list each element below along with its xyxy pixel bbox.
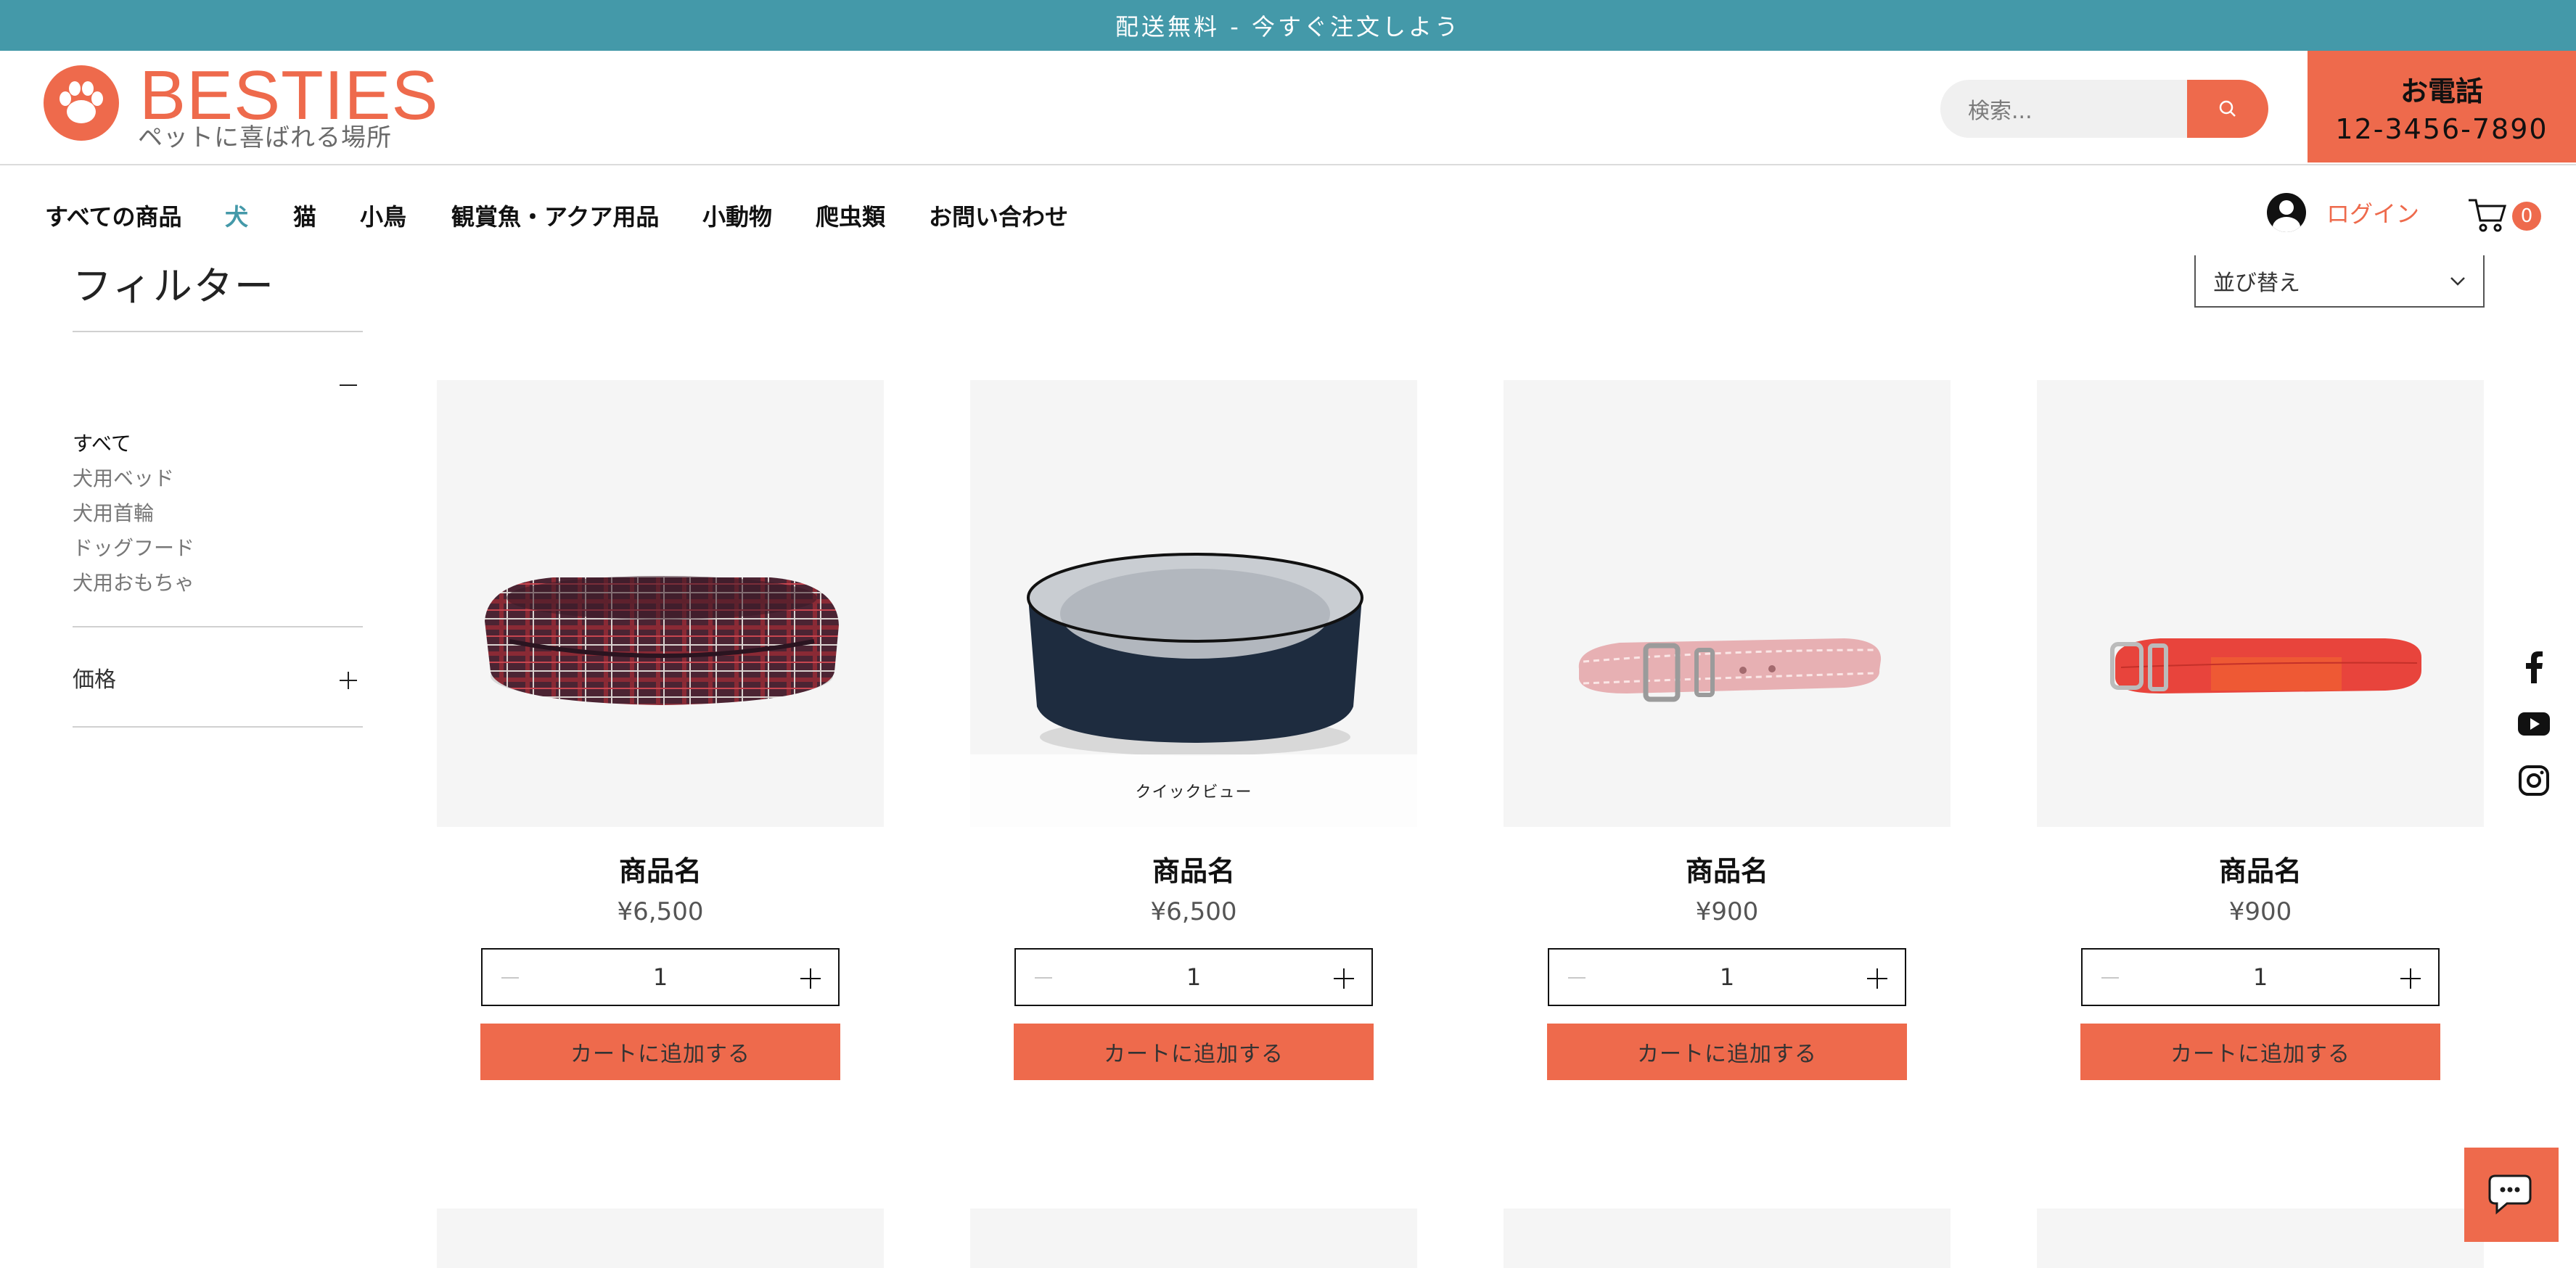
nav-item-bird[interactable]: 小鳥 (360, 199, 406, 232)
product-price: ¥6,500 (1150, 897, 1237, 926)
paw-logo-icon[interactable] (44, 65, 119, 141)
product-image[interactable] (437, 380, 884, 827)
category-dog-beds[interactable]: 犬用ベッド (73, 461, 194, 496)
divider (73, 626, 363, 627)
expand-icon[interactable] (340, 672, 357, 689)
login-label: ログイン (2326, 200, 2420, 228)
search-bar: 検索... (1940, 80, 2268, 138)
phone-number[interactable]: 12-3456-7890 (2335, 113, 2548, 145)
banner-text: 配送無料 - 今すぐ注文しよう (1115, 13, 1461, 41)
quantity-value[interactable]: 1 (2253, 963, 2268, 991)
search-input[interactable]: 検索... (1940, 80, 2187, 138)
add-to-cart-button[interactable]: カートに追加する (1547, 1024, 1907, 1080)
collapse-icon[interactable] (340, 384, 357, 386)
nav-item-reptiles[interactable]: 爬虫類 (816, 199, 885, 232)
quantity-stepper[interactable]: 1 (1014, 948, 1373, 1006)
minus-icon[interactable] (2101, 977, 2119, 979)
product-card[interactable]: 商品名 ¥900 1 カートに追加する (2037, 380, 2484, 1080)
category-list: すべて 犬用ベッド 犬用首輪 ドッグフード 犬用おもちゃ (73, 427, 194, 601)
facebook-icon[interactable] (2518, 651, 2550, 683)
pink-leather-collar-image (1578, 638, 1882, 702)
shipping-banner: 配送無料 - 今すぐ注文しよう (0, 0, 2576, 51)
quantity-value[interactable]: 1 (653, 963, 668, 991)
nav-item-all-products[interactable]: すべての商品 (45, 199, 181, 232)
product-card[interactable]: 商品名 ¥6,500 1 カートに追加する (437, 380, 884, 1080)
plus-icon[interactable] (800, 968, 821, 989)
category-all[interactable]: すべて (73, 427, 194, 461)
youtube-icon[interactable] (2518, 708, 2550, 740)
divider (73, 726, 363, 728)
product-image-placeholder[interactable] (1504, 1209, 1951, 1268)
minus-icon[interactable] (1568, 977, 1586, 979)
product-name[interactable]: 商品名 (437, 849, 884, 889)
minus-icon[interactable] (1035, 977, 1052, 979)
instagram-icon[interactable] (2518, 765, 2550, 796)
search-icon (2219, 100, 2236, 117)
quantity-value[interactable]: 1 (1720, 963, 1734, 991)
nav-item-aquarium[interactable]: 観賞魚・アクア用品 (451, 199, 659, 232)
sort-dropdown[interactable]: 並び替え (2194, 255, 2485, 308)
divider (73, 331, 363, 332)
cart-icon (2469, 199, 2507, 232)
quantity-value[interactable]: 1 (1186, 963, 1201, 991)
chat-button[interactable] (2464, 1148, 2559, 1242)
quantity-stepper[interactable]: 1 (1548, 948, 1906, 1006)
minus-icon[interactable] (501, 977, 519, 979)
product-image-placeholder[interactable] (2037, 1209, 2484, 1268)
plus-icon[interactable] (1867, 968, 1887, 989)
add-to-cart-button[interactable]: カートに追加する (480, 1024, 840, 1080)
filter-title: フィルター (73, 263, 275, 309)
phone-label: お電話 (2400, 75, 2483, 107)
quantity-stepper[interactable]: 1 (2081, 948, 2440, 1006)
product-card[interactable]: クイックビュー 商品名 ¥6,500 1 カートに追加する (970, 380, 1417, 1080)
red-collar-image (2110, 638, 2421, 693)
product-price: ¥6,500 (617, 897, 704, 926)
chevron-down-icon (2450, 277, 2465, 286)
product-price: ¥900 (1695, 897, 1759, 926)
product-image-placeholder[interactable] (437, 1209, 884, 1268)
product-name[interactable]: 商品名 (970, 849, 1417, 889)
category-dog-collars[interactable]: 犬用首輪 (73, 496, 194, 531)
product-price: ¥900 (2228, 897, 2292, 926)
nav-item-cat[interactable]: 猫 (293, 199, 316, 232)
product-name[interactable]: 商品名 (2037, 849, 2484, 889)
category-dog-toys[interactable]: 犬用おもちゃ (73, 566, 194, 601)
quick-view-button[interactable]: クイックビュー (970, 754, 1417, 827)
user-avatar-icon (2267, 193, 2306, 232)
add-to-cart-button[interactable]: カートに追加する (1014, 1024, 1374, 1080)
brand-tagline: ペットに喜ばれる場所 (138, 123, 392, 152)
product-image[interactable]: クイックビュー (970, 380, 1417, 827)
nav-item-contact[interactable]: お問い合わせ (929, 199, 1068, 232)
plaid-dog-bed-image (485, 576, 839, 705)
product-image-placeholder[interactable] (970, 1209, 1417, 1268)
sort-label: 並び替え (2213, 271, 2300, 296)
nav-item-dog[interactable]: 犬 (225, 199, 248, 232)
nav-item-small-animals[interactable]: 小動物 (702, 199, 772, 232)
phone-contact: お電話 12-3456-7890 (2308, 51, 2576, 162)
cart-count-badge: 0 (2512, 202, 2541, 231)
quantity-stepper[interactable]: 1 (481, 948, 840, 1006)
product-card[interactable]: 商品名 ¥900 1 カートに追加する (1504, 380, 1951, 1080)
plus-icon[interactable] (1334, 968, 1354, 989)
add-to-cart-button[interactable]: カートに追加する (2080, 1024, 2440, 1080)
cart-button[interactable]: 0 (2467, 196, 2547, 234)
product-name[interactable]: 商品名 (1504, 849, 1951, 889)
product-image[interactable] (2037, 380, 2484, 827)
product-image[interactable] (1504, 380, 1951, 827)
category-dog-food[interactable]: ドッグフード (73, 531, 194, 566)
login-link[interactable]: ログイン (2267, 193, 2419, 232)
price-filter-label[interactable]: 価格 (73, 662, 116, 693)
main-nav: すべての商品 犬 猫 小鳥 観賞魚・アクア用品 小動物 爬虫類 お問い合わせ ロ… (0, 167, 2576, 261)
chat-icon (2488, 1174, 2532, 1215)
search-button[interactable] (2187, 80, 2268, 138)
plus-icon[interactable] (2400, 968, 2421, 989)
site-header: BESTIES ペットに喜ばれる場所 検索... お電話 12-3456-789… (0, 51, 2576, 165)
